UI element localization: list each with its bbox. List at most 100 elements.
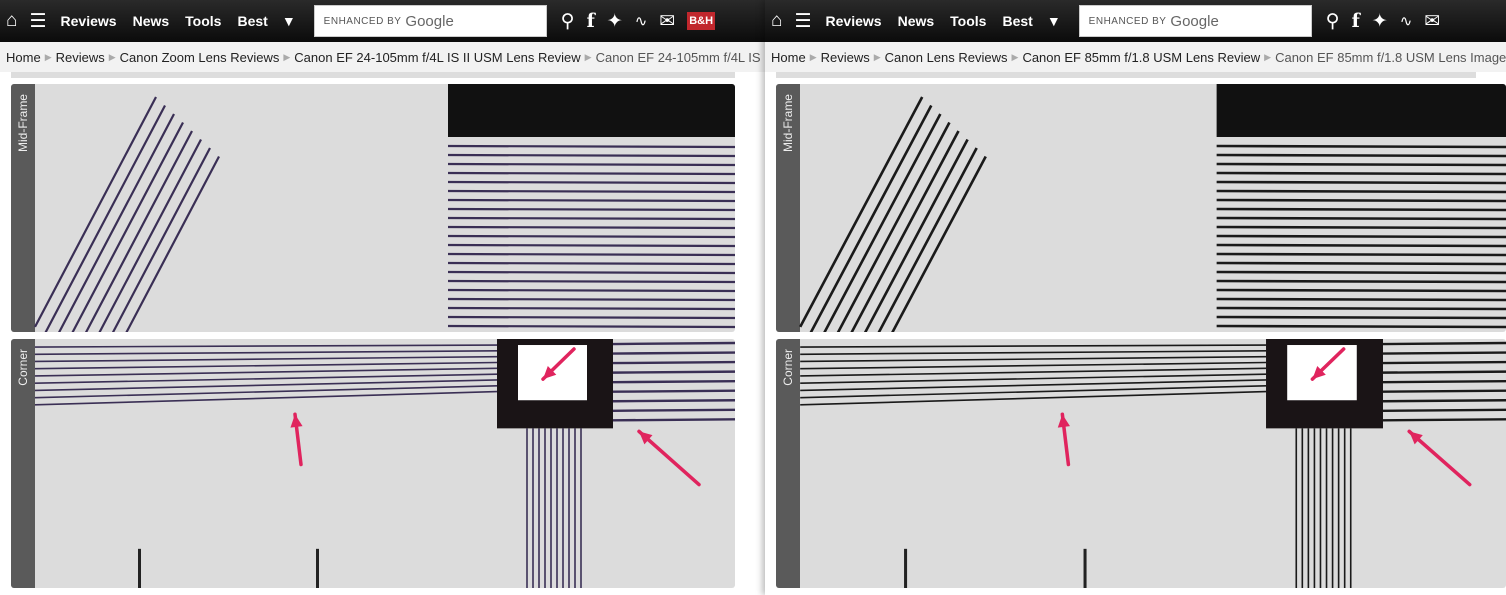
nav-best[interactable]: Best	[1002, 13, 1032, 29]
dropdown-triangle-icon[interactable]: ▼	[1047, 13, 1061, 29]
mid-frame-crop-panel: Mid-Frame	[11, 84, 735, 332]
menu-icon[interactable]: ☰	[794, 10, 811, 33]
breadcrumb: Home ▶ Reviews ▶ Canon Lens Reviews ▶ Canon…	[765, 42, 1506, 72]
breadcrumb-current: Canon EF 24-105mm f/4L IS II	[595, 49, 765, 65]
horizontal-line	[447, 189, 735, 194]
corner-test-chart-image	[34, 339, 735, 588]
corner-crop-panel: Corner	[776, 339, 1506, 588]
breadcrumb-item[interactable]: Reviews	[821, 50, 870, 65]
horizontal-line	[447, 198, 735, 203]
converging-line	[800, 350, 1267, 356]
horizontal-line	[1216, 153, 1506, 158]
mid-frame-test-chart-image	[799, 84, 1506, 332]
nav-reviews[interactable]: Reviews	[826, 13, 882, 29]
breadcrumb-item[interactable]: Canon Lens Reviews	[885, 50, 1008, 65]
horizontal-line	[447, 315, 735, 320]
breadcrumb-item[interactable]: Canon EF 85mm f/1.8 USM Lens Review	[1022, 50, 1260, 65]
diagonal-line	[84, 130, 193, 332]
menu-icon[interactable]: ☰	[29, 10, 46, 33]
converging-line	[34, 350, 498, 356]
left-browser-pane: ⌂ ☰ Reviews News Tools Best ▼ ENHANCED B…	[0, 0, 765, 595]
tick-mark	[316, 548, 319, 588]
right-line	[1382, 360, 1506, 365]
mail-icon[interactable]: ✉	[659, 10, 675, 33]
tick-mark	[1083, 548, 1087, 588]
right-line	[612, 408, 735, 412]
horizontal-line	[1216, 324, 1506, 329]
diagonal-line	[71, 121, 184, 332]
mail-icon[interactable]: ✉	[1424, 10, 1440, 33]
horizontal-line	[1216, 216, 1506, 221]
search-icon[interactable]: ⚲	[1326, 10, 1340, 33]
horizontal-line	[447, 297, 735, 302]
horizontal-line	[1216, 225, 1506, 230]
twitter-icon[interactable]: ✦	[607, 10, 623, 33]
converging-line	[800, 355, 1267, 363]
horizontal-line	[447, 171, 735, 176]
bh-ad-logo[interactable]: B&H	[687, 12, 716, 30]
rss-icon[interactable]: ∿	[1400, 12, 1413, 30]
horizontal-line	[1216, 243, 1506, 248]
right-browser-pane: ⌂ ☰ Reviews News Tools Best ▼ ENHANCED B…	[765, 0, 1506, 595]
black-bar	[448, 84, 735, 137]
horizontal-line	[447, 279, 735, 284]
search-placeholder-prefix: ENHANCED BY	[323, 15, 402, 27]
facebook-icon[interactable]: f	[587, 10, 595, 32]
nav-reviews[interactable]: Reviews	[61, 13, 117, 29]
top-nav: ⌂ ☰ Reviews News Tools Best ▼ ENHANCED B…	[0, 0, 765, 42]
horizontal-line	[447, 243, 735, 248]
horizontal-line	[1216, 234, 1506, 239]
right-line	[612, 379, 735, 384]
right-line	[1382, 370, 1506, 374]
search-placeholder-brand: Google	[405, 12, 454, 30]
nav-news[interactable]: News	[898, 13, 935, 29]
previous-crop-strip	[776, 72, 1476, 78]
mid-frame-crop-panel: Mid-Frame	[776, 84, 1506, 332]
diagonal-line	[799, 96, 924, 328]
search-placeholder-prefix: ENHANCED BY	[1088, 15, 1167, 27]
breadcrumb-item[interactable]: Canon Zoom Lens Reviews	[120, 50, 280, 65]
breadcrumb-item[interactable]: Canon EF 24-105mm f/4L IS II USM Lens Re…	[294, 50, 580, 65]
rss-icon[interactable]: ∿	[635, 12, 648, 30]
right-line	[1382, 408, 1506, 412]
horizontal-line	[447, 162, 735, 167]
tick-mark	[904, 548, 908, 588]
search-input[interactable]: ENHANCED BY Google	[1078, 5, 1312, 37]
right-line	[1382, 379, 1506, 384]
converging-line	[800, 390, 1267, 406]
horizontal-line	[447, 207, 735, 212]
right-line	[1382, 418, 1506, 422]
twitter-icon[interactable]: ✦	[1372, 10, 1388, 33]
search-icon[interactable]: ⚲	[561, 10, 575, 33]
right-line	[612, 399, 735, 403]
search-placeholder-brand: Google	[1170, 12, 1219, 30]
home-icon[interactable]: ⌂	[6, 10, 17, 32]
previous-crop-strip	[11, 72, 735, 78]
horizontal-line	[447, 261, 735, 266]
diagonal-line	[836, 121, 951, 332]
right-line	[612, 351, 735, 355]
diagonal-line	[34, 96, 157, 328]
home-icon[interactable]: ⌂	[771, 10, 782, 32]
corner-crop-panel: Corner	[11, 339, 735, 588]
converging-line	[34, 390, 498, 406]
right-line	[612, 418, 735, 422]
breadcrumb-item[interactable]: Home	[6, 50, 41, 65]
right-line	[612, 370, 735, 374]
nav-tools[interactable]: Tools	[950, 13, 986, 29]
horizontal-line	[447, 324, 735, 329]
horizontal-line	[1216, 189, 1506, 194]
breadcrumb-item[interactable]: Reviews	[56, 50, 105, 65]
search-input[interactable]: ENHANCED BY Google	[313, 5, 547, 37]
nav-best[interactable]: Best	[237, 13, 267, 29]
horizontal-line	[1216, 261, 1506, 266]
facebook-icon[interactable]: f	[1352, 10, 1360, 32]
right-line	[1382, 351, 1506, 355]
horizontal-line	[447, 216, 735, 221]
nav-news[interactable]: News	[133, 13, 170, 29]
dropdown-triangle-icon[interactable]: ▼	[282, 13, 296, 29]
right-line	[612, 389, 735, 393]
breadcrumb-current: Canon EF 85mm f/1.8 USM Lens Image Q	[1275, 49, 1506, 65]
nav-tools[interactable]: Tools	[185, 13, 221, 29]
breadcrumb-item[interactable]: Home	[771, 50, 806, 65]
